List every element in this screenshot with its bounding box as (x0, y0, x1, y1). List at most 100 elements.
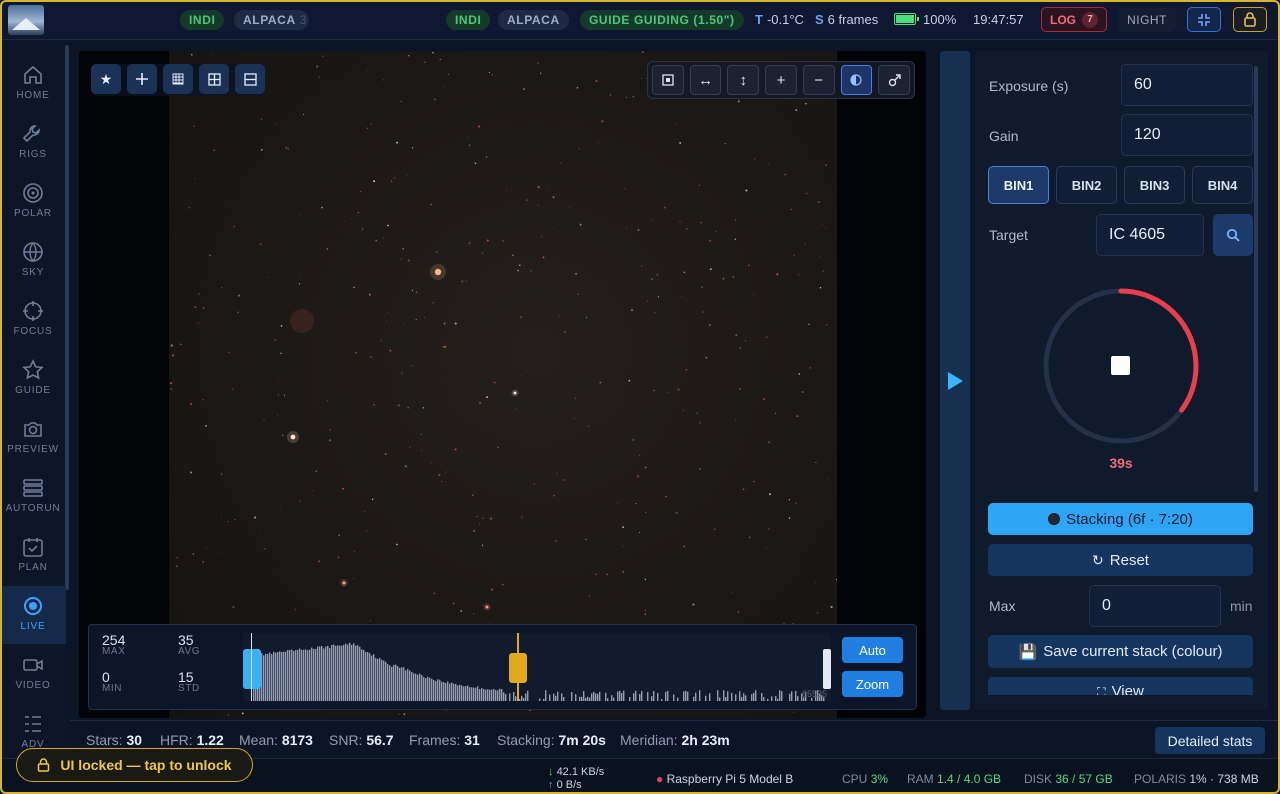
raspberry-icon: ● (656, 772, 664, 786)
ram-label: RAM (907, 772, 934, 786)
bin4-button[interactable]: BIN4 (1192, 166, 1253, 204)
net-upload: ↑ 0 B/s (548, 779, 582, 791)
guide-status-pill[interactable]: GUIDE GUIDING (1.50") (580, 10, 744, 30)
histogram-right-value: 65535 (801, 689, 827, 699)
sidebar-item-adv[interactable]: ADV (0, 704, 66, 752)
grid-icon[interactable] (199, 64, 229, 94)
sidebar-item-autorun[interactable]: AUTORUN (0, 468, 66, 526)
stacking-button-label: Stacking (6f · 7:20) (1066, 510, 1193, 528)
panel-scrollbar[interactable] (1254, 66, 1258, 492)
detailed-stats-button[interactable]: Detailed stats (1155, 727, 1265, 754)
hfr-stat: HFR: 1.22 (160, 732, 224, 748)
chevron-right-icon (948, 372, 963, 390)
sidebar-item-live[interactable]: LIVE (0, 586, 66, 644)
star-icon[interactable]: ★ (91, 64, 121, 94)
expand-icon[interactable] (878, 65, 911, 95)
histogram-plot[interactable]: 65535 (243, 633, 831, 701)
fit-icon[interactable] (652, 65, 684, 95)
histogram-zoom-button[interactable]: Zoom (842, 671, 903, 697)
polaris-stat: POLARIS 1% · 738 MB (1134, 772, 1259, 786)
exposure-label: Exposure (s) (989, 78, 1069, 94)
sidebar-item-sky[interactable]: SKY (0, 232, 66, 290)
disk-label: DISK (1024, 772, 1053, 786)
stars-stat: Stars: 30 (86, 732, 142, 748)
lock-icon (38, 758, 50, 772)
panel-collapse-toggle[interactable] (940, 51, 970, 710)
save-stack-label: Save current stack (colour) (1043, 643, 1223, 660)
histogram-panel: 254 MAX 35 AVG 0 MIN 15 STD 65535 Auto Z… (88, 624, 917, 710)
clock: 19:47:57 (973, 12, 1024, 27)
polaris-value: 1% · 738 MB (1189, 772, 1259, 786)
stretch-horizontal-icon[interactable]: ↔ (689, 65, 722, 95)
max-duration-input[interactable]: 0 (1089, 585, 1221, 627)
histogram-max-label: MAX (102, 646, 126, 657)
sidebar-item-polar[interactable]: POLAR (0, 173, 66, 231)
cpu-label: CPU (842, 772, 868, 786)
target-input[interactable]: IC 4605 (1096, 214, 1204, 256)
zoom-in-icon[interactable]: + (765, 65, 797, 95)
sidebar-item-plan[interactable]: PLAN (0, 527, 66, 585)
histogram-auto-button[interactable]: Auto (842, 637, 903, 663)
temperature-readout: T -0.1°C (755, 12, 804, 27)
unlock-label: UI locked — tap to unlock (60, 757, 232, 773)
sidebar-item-label: GUIDE (15, 385, 51, 396)
crosshair-plus-icon[interactable] (127, 64, 157, 94)
black-point-handle[interactable] (243, 649, 261, 689)
log-button[interactable]: LOG 7 (1041, 7, 1107, 32)
lock-icon[interactable] (1233, 7, 1267, 32)
hfr-label: HFR: (160, 732, 193, 748)
save-stack-button[interactable]: 💾 Save current stack (colour) (988, 635, 1253, 668)
image-viewer[interactable] (79, 51, 926, 718)
disk-value: 36 / 57 GB (1055, 772, 1113, 786)
view-stack-button[interactable]: ⛶ View (988, 677, 1253, 695)
reset-button[interactable]: ↻ Reset (988, 544, 1253, 576)
night-mode-button[interactable]: NIGHT (1118, 7, 1176, 32)
compress-icon[interactable] (1187, 7, 1221, 32)
log-count-badge: 7 (1082, 11, 1098, 28)
alpaca-pill-suffix: 3 (299, 13, 307, 27)
white-point-handle[interactable] (823, 649, 831, 689)
bin1-button[interactable]: BIN1 (988, 166, 1049, 204)
reset-button-label: Reset (1109, 551, 1149, 569)
exposure-input[interactable]: 60 (1121, 64, 1253, 106)
stretch-vertical-icon[interactable]: ↕ (727, 65, 760, 95)
sidebar-item-label: FOCUS (13, 326, 53, 337)
histogram-avg: 35 AVG (178, 632, 200, 657)
alpaca-status-pill[interactable]: ALPACA 3 (234, 10, 309, 30)
snr-value: 56.7 (366, 732, 394, 748)
bin2-button[interactable]: BIN2 (1056, 166, 1117, 204)
unlock-ui-button[interactable]: UI locked — tap to unlock (16, 748, 253, 782)
sidebar-item-focus[interactable]: FOCUS (0, 291, 66, 349)
color-balance-icon[interactable] (840, 65, 873, 95)
sidebar-item-preview[interactable]: PREVIEW (0, 409, 66, 467)
exposure-countdown-dial (1041, 286, 1201, 446)
sidebar-item-home[interactable]: HOME (0, 55, 66, 113)
app-logo[interactable] (8, 5, 44, 35)
sky-image[interactable] (169, 51, 837, 718)
grid-small-icon[interactable] (163, 64, 193, 94)
indi-status-pill[interactable]: INDI (180, 10, 225, 30)
alpaca-connection-pill[interactable]: ALPACA (498, 10, 569, 30)
indi-connection-pill[interactable]: INDI (446, 10, 491, 30)
mid-point-handle[interactable] (509, 653, 527, 683)
zoom-out-icon[interactable]: − (802, 65, 835, 95)
stop-button[interactable] (1111, 356, 1130, 375)
gain-input[interactable]: 120 (1121, 114, 1253, 156)
sidebar-item-label: PREVIEW (7, 444, 59, 455)
home-icon (24, 65, 42, 84)
ram-stat: RAM 1.4 / 4.0 GB (907, 772, 1001, 786)
search-icon[interactable] (1213, 214, 1253, 256)
battery-icon (894, 13, 919, 25)
view-toolbar: ↔ ↕ + − (647, 61, 915, 99)
meridian-value: 2h 23m (681, 732, 730, 748)
temperature-prefix: T (755, 12, 763, 27)
sidebar-item-guide[interactable]: GUIDE (0, 350, 66, 408)
bin3-button[interactable]: BIN3 (1124, 166, 1185, 204)
split-icon[interactable] (235, 64, 265, 94)
star-field (170, 51, 837, 716)
snr-stat: SNR: 56.7 (329, 732, 394, 748)
sidebar-item-video[interactable]: VIDEO (0, 645, 66, 703)
stacking-button[interactable]: Stacking (6f · 7:20) (988, 503, 1253, 535)
reset-icon: ↻ (1092, 551, 1104, 568)
sidebar-item-rigs[interactable]: RIGS (0, 114, 66, 172)
